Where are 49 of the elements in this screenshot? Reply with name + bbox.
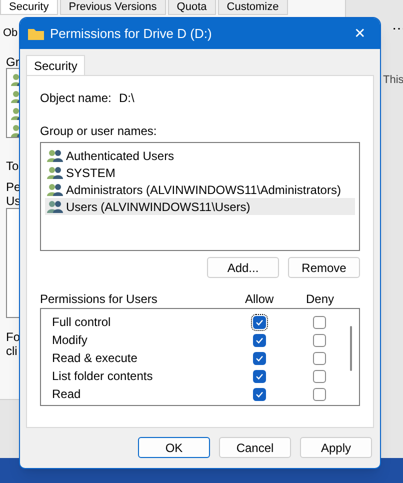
checkbox[interactable] [253, 352, 266, 364]
label-text: Group or user names: [40, 123, 158, 140]
tab[interactable]: Security [26, 55, 86, 75]
close-button[interactable]: ✕ [340, 18, 380, 49]
permission-name: Read & execute [51, 350, 138, 367]
checkbox[interactable] [313, 352, 326, 364]
tab[interactable]: Security [0, 0, 58, 15]
dialog-button[interactable]: OK [138, 437, 210, 458]
list-item[interactable]: Administrators (ALVINWINDOWS11\Administrators) [45, 181, 355, 198]
column-header: Allow [245, 292, 275, 306]
checkbox[interactable] [253, 370, 266, 382]
dialog-button[interactable]: Cancel [219, 437, 291, 458]
checkbox[interactable] [253, 334, 266, 346]
users-icon [47, 148, 63, 162]
label-text: To [6, 158, 19, 175]
list-item[interactable]: Users (ALVINWINDOWS11\Users) [45, 198, 355, 215]
folder-icon [28, 28, 44, 40]
side-text: This [383, 73, 403, 88]
dialog-button[interactable]: Apply [300, 437, 372, 458]
permission-name: Modify [51, 332, 88, 349]
checkbox[interactable] [313, 370, 326, 382]
permission-name: List folder contents [51, 368, 154, 385]
checkbox[interactable] [313, 316, 326, 328]
checkbox[interactable] [253, 316, 266, 328]
tab[interactable]: Quota [168, 0, 216, 15]
column-header: Deny [306, 292, 334, 306]
permission-name: Read [51, 386, 82, 403]
tab[interactable]: Customize [218, 0, 288, 15]
scrollbar-thumb[interactable] [350, 326, 352, 371]
label-text: Gr [6, 54, 20, 71]
users-icon [47, 166, 63, 180]
label-text: cli [6, 343, 18, 360]
checkbox[interactable] [313, 334, 326, 346]
checkbox[interactable] [253, 388, 266, 400]
checkbox[interactable] [313, 388, 326, 400]
permission-name: Full control [51, 314, 112, 331]
label-text: Permissions for Users [40, 292, 158, 306]
window-title: Permissions for Drive D (D:) [50, 24, 212, 43]
value-text: D:\ [119, 90, 134, 107]
more-icon[interactable]: ⋯ [392, 18, 403, 39]
list-item[interactable]: SYSTEM [45, 164, 355, 181]
dialog-button[interactable]: Add... [207, 257, 279, 278]
label-text: Object name: [40, 90, 112, 107]
tab[interactable]: Previous Versions [60, 0, 166, 15]
dialog-button[interactable]: Remove [288, 257, 360, 278]
list-item[interactable]: Authenticated Users [45, 147, 355, 164]
users-icon [47, 200, 63, 214]
users-icon [47, 182, 63, 196]
label-text: Ob [3, 26, 18, 41]
